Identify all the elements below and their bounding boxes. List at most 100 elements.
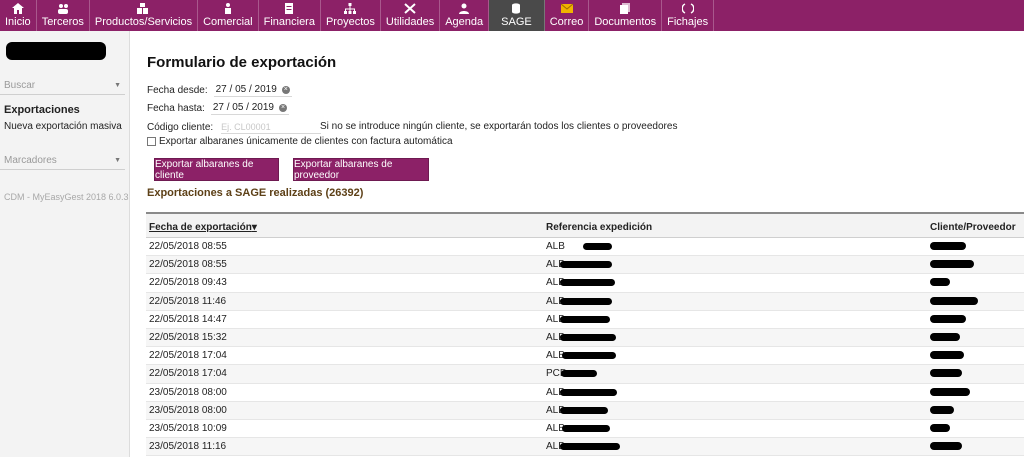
nav-item-documentos[interactable]: Documentos: [589, 0, 663, 31]
nav-item-proyectos[interactable]: Proyectos: [321, 0, 381, 31]
nav-item-comercial[interactable]: Comercial: [198, 0, 259, 31]
nav-item-label: SAGE: [501, 16, 532, 28]
redacted-client: [930, 405, 954, 414]
version-label: CDM - MyEasyGest 2018 6.0.3: [4, 192, 129, 202]
date-to-field[interactable]: 27 / 05 / 2019 ×: [210, 101, 289, 115]
export-client-button[interactable]: Exportar albaranes de cliente: [154, 158, 279, 181]
table-row[interactable]: 22/05/2018 08:55 ALB: [146, 238, 1024, 257]
sidebar-section-title: Exportaciones: [4, 104, 80, 116]
cell-export-date: 22/05/2018 15:32: [149, 331, 227, 343]
redacted-reference: [562, 424, 610, 432]
date-from-field[interactable]: 27 / 05 / 2019 ×: [213, 83, 292, 97]
clear-icon[interactable]: ×: [278, 103, 287, 112]
redacted-client: [930, 423, 950, 432]
nav-item-label: Fichajes: [667, 16, 709, 28]
nav-item-agenda[interactable]: Agenda: [440, 0, 490, 31]
documents-icon: [619, 3, 632, 14]
table-row[interactable]: 23/05/2018 10:09 ALB: [146, 420, 1024, 439]
table-row[interactable]: 23/05/2018 08:00 ALB: [146, 384, 1024, 402]
redacted-reference: [560, 315, 610, 323]
date-from-value: 27 / 05 / 2019: [215, 84, 277, 95]
person-icon: [458, 3, 471, 14]
cell-export-date: 22/05/2018 08:55: [149, 259, 227, 271]
nav-item-label: Productos/Servicios: [94, 16, 193, 28]
client-row: Código cliente:: [147, 120, 322, 134]
document-icon: [283, 3, 296, 14]
table-row[interactable]: 23/05/2018 11:16 ALB: [146, 438, 1024, 457]
auto-invoice-row: Exportar albaranes únicamente de cliente…: [147, 136, 453, 147]
network-icon: [344, 3, 357, 14]
export-supplier-button[interactable]: Exportar albaranes de proveedor: [293, 158, 429, 181]
nav-item-label: Utilidades: [385, 16, 435, 28]
redacted-reference: [560, 406, 608, 414]
salesman-icon: [221, 3, 234, 14]
redacted-client: [930, 260, 974, 269]
redacted-client: [930, 351, 964, 360]
nav-item-terceros[interactable]: Terceros: [37, 0, 90, 31]
boxes-icon: [137, 3, 150, 14]
nav-item-label: Financiera: [263, 16, 315, 28]
cell-export-date: 22/05/2018 08:55: [149, 241, 227, 252]
redacted-reference: [560, 297, 612, 305]
redacted-client: [930, 332, 960, 341]
table-row[interactable]: 22/05/2018 17:04 ALB: [146, 347, 1024, 366]
cell-export-date: 22/05/2018 11:46: [149, 295, 227, 307]
redacted-client: [930, 314, 966, 323]
redacted-reference: [562, 352, 616, 360]
sort-down-icon: ▾: [251, 222, 257, 233]
search-select-label: Buscar: [4, 80, 36, 91]
nav-item-inicio[interactable]: Inicio: [0, 0, 37, 31]
chevron-down-icon: ▼: [114, 82, 121, 89]
table-row[interactable]: 22/05/2018 14:47 ALB: [146, 311, 1024, 329]
nav-item-label: Correo: [549, 16, 584, 28]
date-from-row: Fecha desde: 27 / 05 / 2019 ×: [147, 83, 292, 97]
table-row[interactable]: 23/05/2018 08:00 ALB: [146, 401, 1024, 420]
sidebar-item-new-export[interactable]: Nueva exportación masiva: [4, 121, 122, 132]
bookmarks-select[interactable]: Marcadores ▼: [0, 152, 125, 170]
clear-icon[interactable]: ×: [281, 85, 290, 94]
page-title: Formulario de exportación: [147, 54, 337, 71]
nav-item-correo[interactable]: Correo: [545, 0, 590, 31]
redacted-reference: [560, 388, 617, 396]
column-export-date-label: Fecha de exportación: [149, 222, 252, 233]
clock-icon: [681, 3, 694, 14]
database-icon: [510, 3, 523, 14]
redacted-reference: [560, 333, 616, 341]
nav-item-productos-servicios[interactable]: Productos/Servicios: [90, 0, 199, 31]
redacted-reference: [561, 370, 597, 378]
envelope-icon: [560, 3, 573, 14]
client-code-input[interactable]: [221, 120, 322, 134]
cell-export-date: 23/05/2018 11:16: [149, 441, 227, 453]
users-icon: [56, 3, 69, 14]
table-row[interactable]: 22/05/2018 15:32 ALB: [146, 328, 1024, 348]
auto-invoice-checkbox[interactable]: [147, 137, 156, 146]
sidebar: Buscar ▼ Exportaciones Nueva exportación…: [0, 31, 130, 457]
cell-export-date: 22/05/2018 17:04: [149, 368, 227, 380]
nav-item-utilidades[interactable]: Utilidades: [381, 0, 441, 31]
exports-table: Fecha de exportación▾ Referencia expedic…: [146, 212, 1024, 457]
redacted-reference: [560, 261, 612, 269]
cell-export-date: 23/05/2018 08:00: [149, 386, 227, 398]
redacted-client: [930, 369, 962, 378]
redacted-client: [930, 296, 978, 305]
search-select[interactable]: Buscar ▼: [0, 77, 125, 95]
column-export-date[interactable]: Fecha de exportación▾: [149, 222, 257, 233]
table-row[interactable]: 22/05/2018 09:43 ALB: [146, 274, 1024, 293]
client-label: Código cliente:: [147, 121, 214, 133]
table-row[interactable]: 22/05/2018 08:55 ALB: [146, 256, 1024, 275]
nav-item-fichajes[interactable]: Fichajes: [662, 0, 715, 31]
redacted-client: [930, 442, 962, 451]
nav-item-label: Inicio: [5, 16, 31, 28]
column-reference: Referencia expedición: [546, 222, 653, 233]
cell-export-date: 22/05/2018 09:43: [149, 277, 227, 289]
nav-item-label: Documentos: [594, 16, 657, 28]
exports-heading: Exportaciones a SAGE realizadas (26392): [147, 187, 364, 199]
date-to-value: 27 / 05 / 2019: [212, 102, 274, 113]
top-navigation-bar: Inicio Terceros Productos/Servicios Comerci…: [0, 0, 1024, 31]
redacted-logo: [6, 42, 106, 60]
nav-item-financiera[interactable]: Financiera: [259, 0, 321, 31]
nav-item-sage[interactable]: SAGE: [489, 0, 545, 31]
redacted-reference: [560, 443, 620, 451]
table-row[interactable]: 22/05/2018 11:46 ALB: [146, 292, 1024, 311]
table-row[interactable]: 22/05/2018 17:04 PCD: [146, 365, 1024, 384]
